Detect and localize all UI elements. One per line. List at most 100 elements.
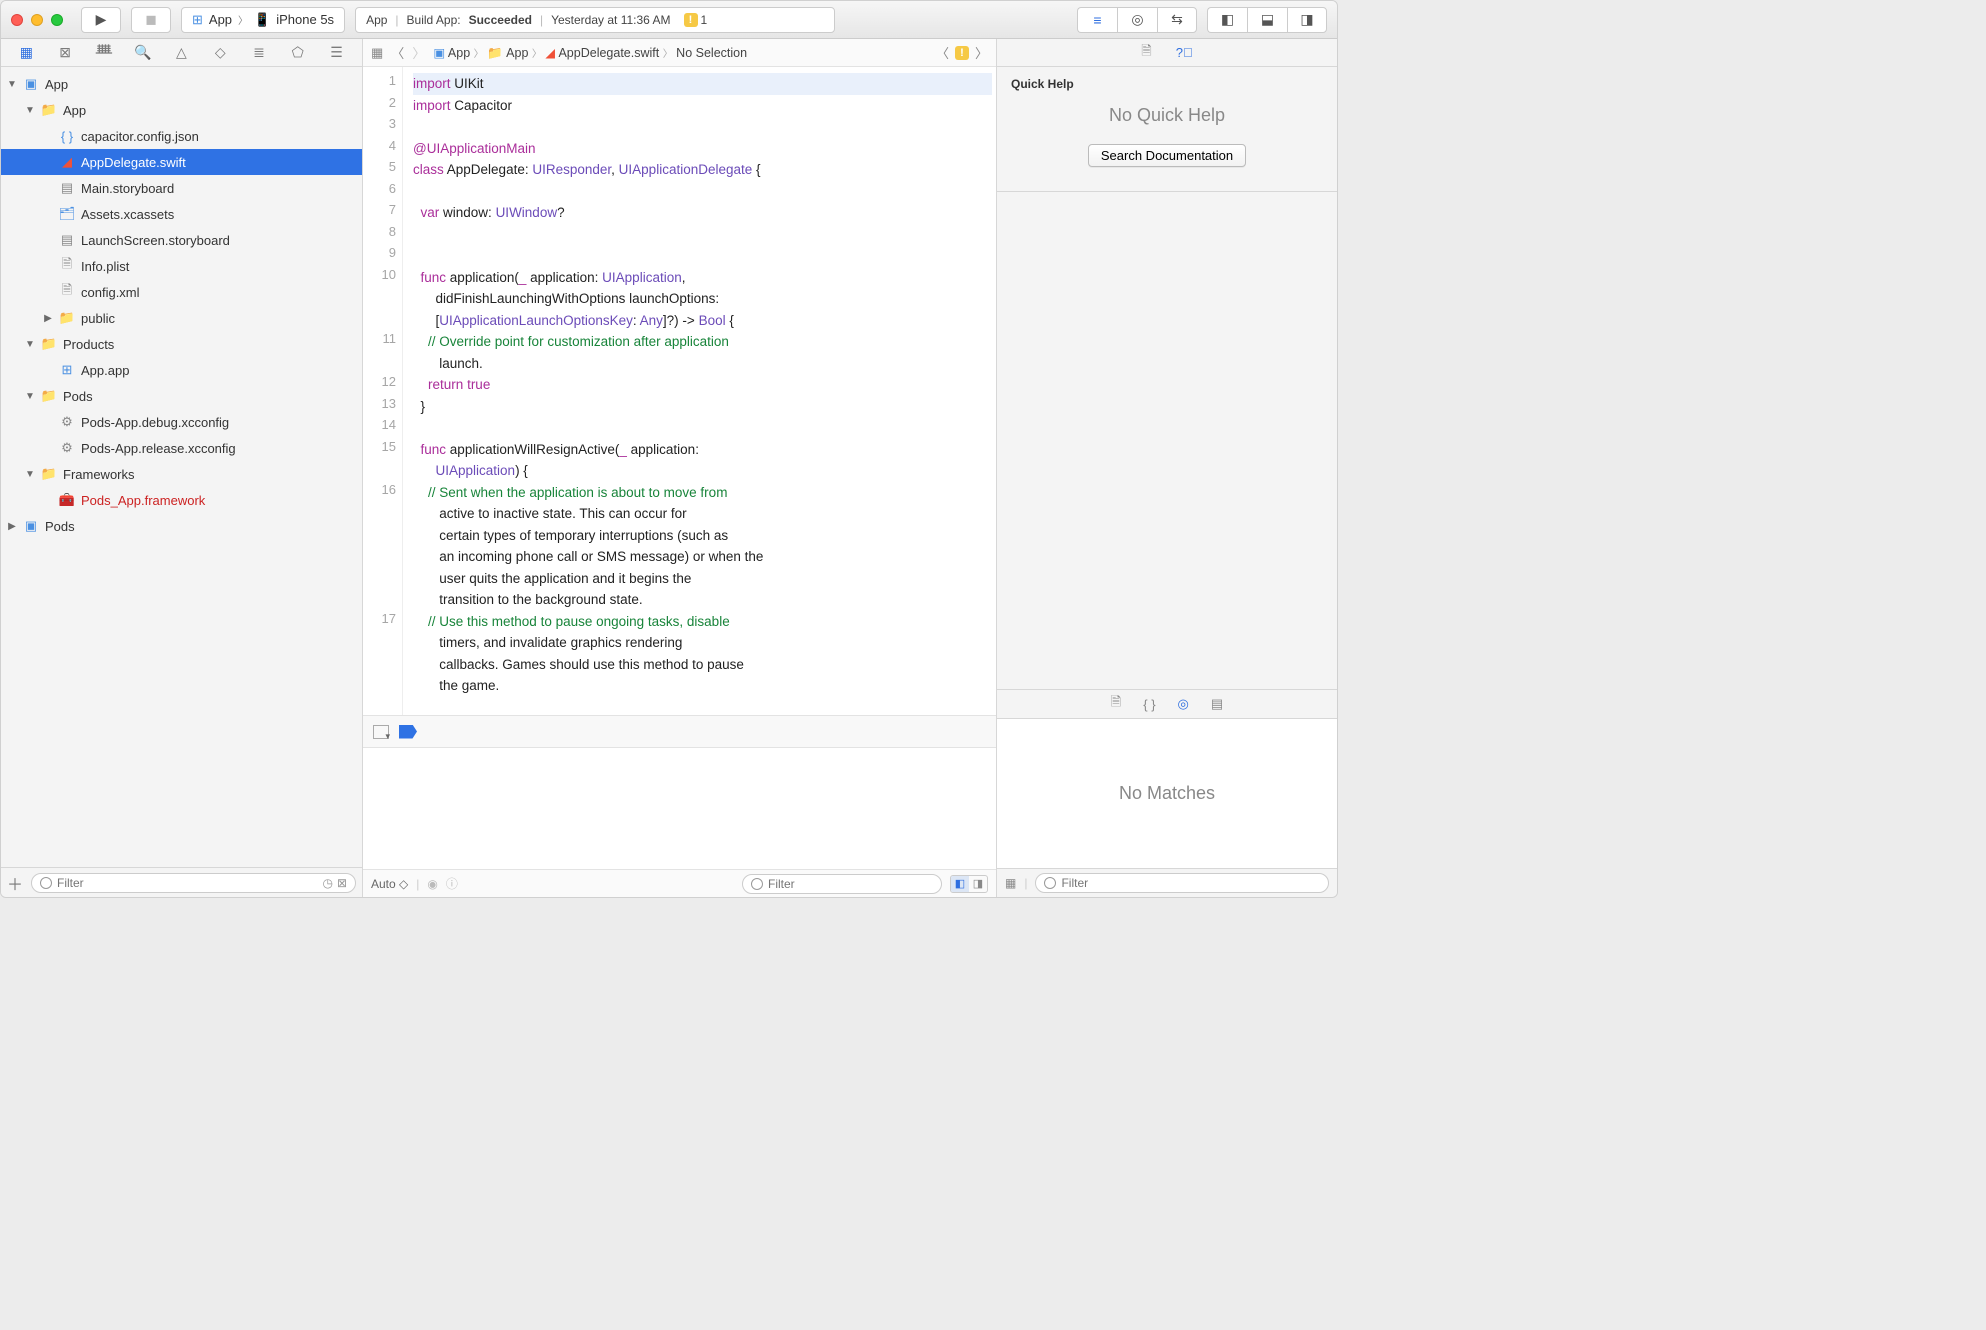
test-navigator-tab[interactable]: ◇: [209, 43, 231, 63]
variables-scope[interactable]: Auto ◇: [371, 877, 408, 891]
disclosure-arrow[interactable]: ▼: [7, 79, 17, 90]
zoom-window-button[interactable]: [51, 14, 63, 26]
stop-button[interactable]: ◼: [131, 7, 171, 33]
file-inspector-tab[interactable]: 🗎: [1141, 42, 1151, 64]
code-content[interactable]: import UIKitimport Capacitor @UIApplicat…: [403, 67, 996, 715]
toggle-navigator-button[interactable]: ◧: [1207, 7, 1247, 33]
tree-row[interactable]: ▶🗂Assets.xcassets: [1, 201, 362, 227]
app-icon: ⊞: [192, 12, 203, 28]
tree-row[interactable]: ▶⊞App.app: [1, 357, 362, 383]
report-navigator-tab[interactable]: ☰: [326, 43, 348, 63]
source-editor[interactable]: 1234567891011121314151617 import UIKitim…: [363, 67, 996, 715]
related-items-icon[interactable]: ▦: [371, 45, 383, 61]
tree-row[interactable]: ▶🗎config.xml: [1, 279, 362, 305]
panel-toggle-group: ◧ ⬓ ◨: [1207, 7, 1327, 33]
breadcrumb[interactable]: ▣ App 〉 📁 App 〉 ◢ AppDelegate.swift 〉 No…: [433, 45, 747, 61]
console-filter-input[interactable]: [768, 877, 933, 891]
navigator-filter-input[interactable]: [57, 876, 317, 890]
tree-row[interactable]: ▶⚙Pods-App.release.xcconfig: [1, 435, 362, 461]
toggle-inspector-button[interactable]: ◨: [1287, 7, 1327, 33]
console-output[interactable]: [363, 748, 996, 869]
disclosure-arrow[interactable]: ▶: [7, 521, 17, 532]
library-tabs: 🗎 { } ◎ ▤: [997, 689, 1337, 719]
tree-row[interactable]: ▶⚙Pods-App.debug.xcconfig: [1, 409, 362, 435]
tree-row[interactable]: ▶🧰Pods_App.framework: [1, 487, 362, 513]
run-button[interactable]: ▶: [81, 7, 121, 33]
search-documentation-button[interactable]: Search Documentation: [1088, 144, 1246, 167]
tree-row[interactable]: ▶◢AppDelegate.swift: [1, 149, 362, 175]
debug-view-toggle[interactable]: [373, 725, 389, 739]
add-button[interactable]: ＋: [7, 871, 25, 895]
close-window-button[interactable]: [11, 14, 23, 26]
object-library-tab[interactable]: ◎: [1178, 696, 1189, 712]
jump-bar[interactable]: ▦ 〈 〉 ▣ App 〉 📁 App 〉 ◢ AppDelegate.swif…: [363, 39, 996, 67]
minimize-window-button[interactable]: [31, 14, 43, 26]
project-navigator-tab[interactable]: ▦: [15, 43, 37, 63]
disclosure-arrow[interactable]: ▼: [25, 469, 35, 480]
back-button[interactable]: 〈: [391, 43, 404, 62]
source-control-navigator-tab[interactable]: ⊠: [54, 43, 76, 63]
tree-row[interactable]: ▶▤LaunchScreen.storyboard: [1, 227, 362, 253]
toggle-debug-area-button[interactable]: ⬓: [1247, 7, 1287, 33]
assistant-editor-button[interactable]: ◎: [1117, 7, 1157, 33]
warning-badge[interactable]: ! 1: [679, 13, 713, 27]
scheme-selector[interactable]: ⊞ App 〉 📱 iPhone 5s: [181, 7, 345, 33]
tree-label: Assets.xcassets: [81, 207, 174, 222]
symbol-navigator-tab[interactable]: ᚙ: [93, 43, 115, 63]
media-library-tab[interactable]: ▤: [1211, 696, 1223, 712]
disclosure-arrow[interactable]: ▼: [25, 391, 35, 402]
tree-label: Main.storyboard: [81, 181, 174, 196]
tree-row[interactable]: ▼📁Frameworks: [1, 461, 362, 487]
console-filter[interactable]: [742, 874, 942, 894]
tree-row[interactable]: ▶{ }capacitor.config.json: [1, 123, 362, 149]
disclosure-arrow[interactable]: ▼: [25, 105, 35, 116]
tree-row[interactable]: ▼📁App: [1, 97, 362, 123]
tree-row[interactable]: ▶▣Pods: [1, 513, 362, 539]
disclosure-arrow[interactable]: ▼: [25, 339, 35, 350]
tree-row[interactable]: ▼📁Pods: [1, 383, 362, 409]
activity-viewer[interactable]: App | Build App: Succeeded | Yesterday a…: [355, 7, 835, 33]
tree-row[interactable]: ▶📁public: [1, 305, 362, 331]
breakpoint-toggle[interactable]: [399, 725, 417, 739]
issue-navigator-tab[interactable]: △: [170, 43, 192, 63]
debug-navigator-tab[interactable]: ≣: [248, 43, 270, 63]
prev-issue-button[interactable]: 〈: [936, 43, 949, 62]
console-pane-toggle-right[interactable]: ◨: [969, 876, 987, 892]
file-icon: 📁: [40, 102, 58, 118]
standard-editor-button[interactable]: ≡: [1077, 7, 1117, 33]
tree-label: capacitor.config.json: [81, 129, 199, 144]
scm-filter-icon[interactable]: ⊠: [337, 876, 347, 890]
warning-count: 1: [701, 13, 708, 27]
variables-pane-toggle[interactable]: ◧: [951, 876, 969, 892]
next-issue-button[interactable]: 〉: [975, 43, 988, 62]
tree-row[interactable]: ▶🗎Info.plist: [1, 253, 362, 279]
tree-row[interactable]: ▶▤Main.storyboard: [1, 175, 362, 201]
quicklook-icon[interactable]: ◉: [427, 877, 437, 891]
breakpoint-navigator-tab[interactable]: ⬠: [287, 43, 309, 63]
forward-button[interactable]: 〉: [412, 43, 425, 62]
navigator-filter[interactable]: ◷ ⊠: [31, 873, 356, 893]
tree-label: Pods-App.debug.xcconfig: [81, 415, 229, 430]
version-editor-button[interactable]: ⇆: [1157, 7, 1197, 33]
recent-filter-icon[interactable]: ◷: [322, 876, 332, 890]
debug-area: Auto ◇ | ◉ ⓘ ◧ ◨: [363, 747, 996, 897]
code-snippet-library-tab[interactable]: { }: [1143, 697, 1155, 712]
print-description-icon[interactable]: ⓘ: [446, 875, 458, 892]
file-template-library-tab[interactable]: 🗎: [1111, 693, 1121, 715]
tree-row[interactable]: ▼📁Products: [1, 331, 362, 357]
tree-row[interactable]: ▼▣App: [1, 71, 362, 97]
project-tree[interactable]: ▼▣App▼📁App▶{ }capacitor.config.json▶◢App…: [1, 67, 362, 867]
editor-mode-group: ≡ ◎ ⇆: [1077, 7, 1197, 33]
warning-icon: !: [684, 13, 698, 27]
file-icon: ⊞: [58, 362, 76, 378]
disclosure-arrow[interactable]: ▶: [43, 313, 53, 324]
quick-help-inspector-tab[interactable]: ?⃝: [1176, 45, 1193, 60]
find-navigator-tab[interactable]: 🔍: [132, 43, 154, 63]
file-icon: ▣: [22, 76, 40, 92]
library-filter[interactable]: [1035, 873, 1329, 893]
issue-warning-icon[interactable]: !: [955, 46, 969, 60]
library-view-toggle[interactable]: ▦: [1005, 876, 1016, 890]
library-filter-input[interactable]: [1061, 876, 1320, 890]
file-icon: 📁: [40, 388, 58, 404]
console-pane-toggle[interactable]: ◧ ◨: [950, 875, 988, 893]
